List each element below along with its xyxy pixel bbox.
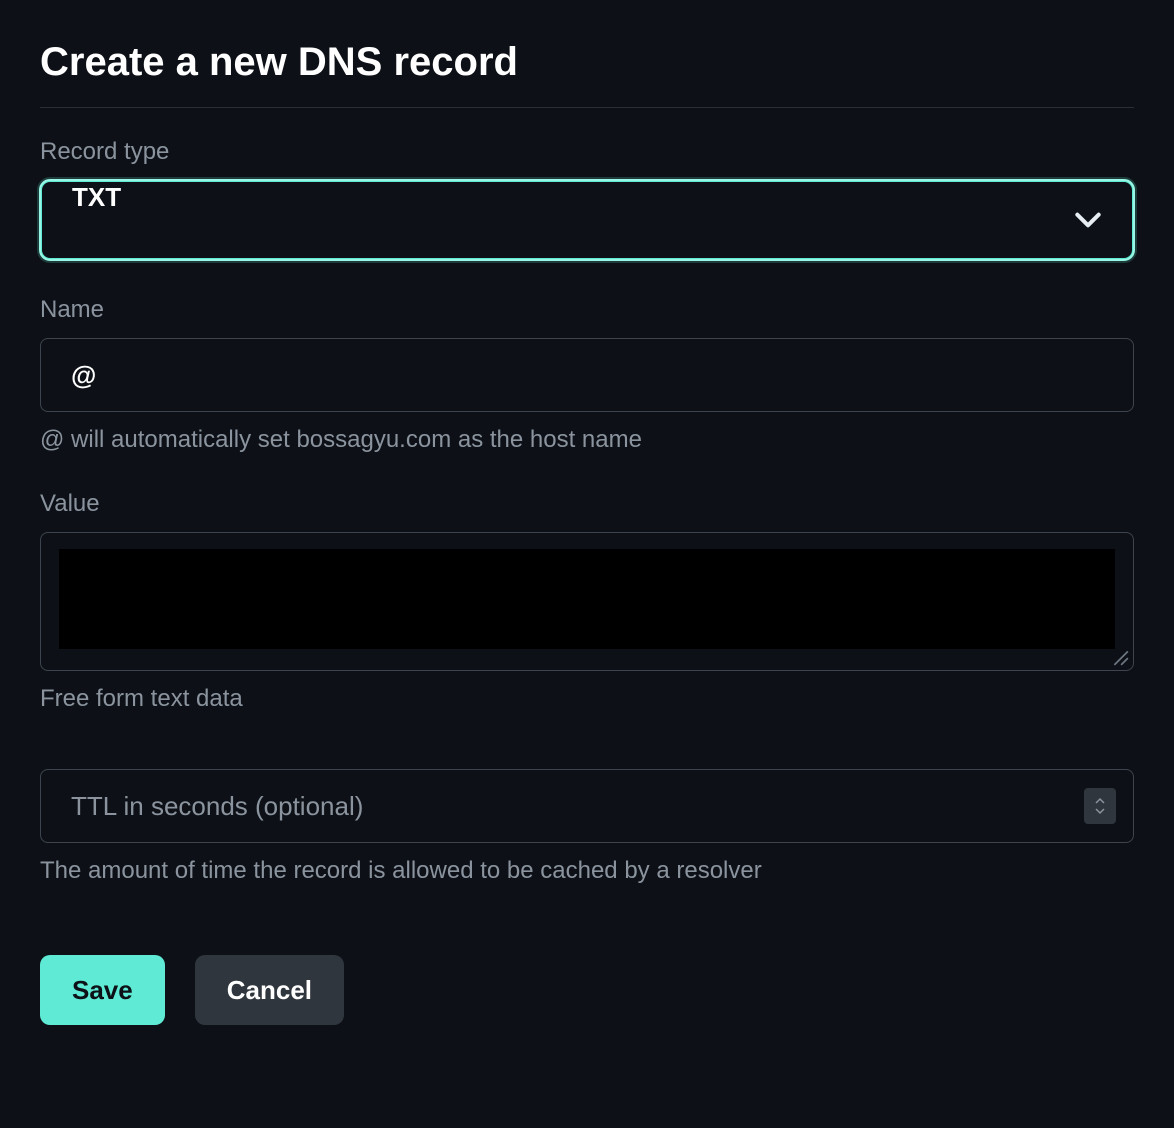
ttl-stepper[interactable] [1084,788,1116,824]
value-group: Value Free form text data [40,490,1134,713]
stepper-up-icon [1094,797,1106,805]
name-input[interactable] [40,338,1134,412]
save-button[interactable]: Save [40,955,165,1025]
button-row: Save Cancel [40,955,1134,1025]
resize-handle-icon [1111,648,1129,666]
page-title: Create a new DNS record [40,40,1134,85]
value-hint: Free form text data [40,685,1134,713]
divider [40,107,1134,108]
record-type-select[interactable]: TXT [40,180,1134,260]
value-textarea-wrapper [40,532,1134,671]
stepper-down-icon [1094,807,1106,815]
ttl-group: The amount of time the record is allowed… [40,769,1134,885]
name-label: Name [40,296,1134,324]
cancel-button[interactable]: Cancel [195,955,344,1025]
dns-record-form: Create a new DNS record Record type TXT … [40,40,1134,1025]
record-type-value: TXT [72,182,121,212]
ttl-hint: The amount of time the record is allowed… [40,857,1134,885]
record-type-group: Record type TXT [40,138,1134,260]
name-group: Name @ will automatically set bossagyu.c… [40,296,1134,454]
record-type-label: Record type [40,138,1134,166]
value-label: Value [40,490,1134,518]
value-textarea[interactable] [59,549,1115,649]
record-type-select-wrapper: TXT [40,180,1134,260]
ttl-input-wrapper [40,769,1134,843]
ttl-input[interactable] [40,769,1134,843]
name-hint: @ will automatically set bossagyu.com as… [40,426,1134,454]
